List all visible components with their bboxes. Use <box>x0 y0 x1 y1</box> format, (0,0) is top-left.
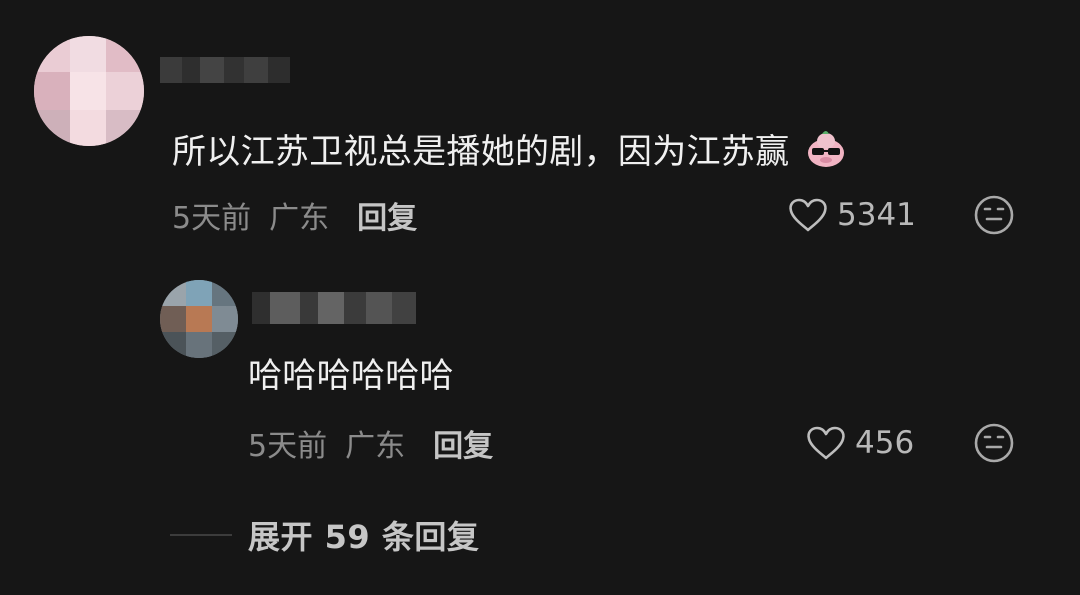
main-commenter-username-blurred[interactable] <box>160 57 290 83</box>
main-commenter-avatar[interactable] <box>34 36 144 146</box>
avatar-pixel-block <box>106 72 144 110</box>
blurred-name-segment <box>318 292 344 324</box>
main-comment-text: 所以江苏卫视总是播她的剧，因为江苏赢 <box>172 132 790 172</box>
blurred-name-segment <box>244 57 268 83</box>
expand-replies-text: 展开 59 条回复 <box>248 518 480 556</box>
main-comment-text-row: 所以江苏卫视总是播她的剧，因为江苏赢 <box>172 128 848 172</box>
blurred-name-segment <box>392 292 416 324</box>
reply-button[interactable]: 回复 <box>357 193 417 237</box>
avatar-pixel-block <box>106 110 144 146</box>
blurred-name-segment <box>366 292 392 324</box>
blurred-name-segment <box>300 292 318 324</box>
avatar-pixel-block <box>34 36 70 72</box>
reply-to-reply-button[interactable]: 回复 <box>433 421 493 465</box>
neutral-face-icon[interactable] <box>973 422 1015 464</box>
avatar-pixel-block <box>70 110 106 146</box>
avatar-pixel-block <box>186 280 212 306</box>
blurred-name-segment <box>344 292 366 324</box>
sunglasses-pig-sticker-icon <box>807 131 844 167</box>
avatar-pixel-block <box>160 280 186 306</box>
blurred-name-segment <box>182 57 200 83</box>
avatar-pixel-block <box>186 332 212 358</box>
comment-time: 5天前 <box>172 201 252 236</box>
avatar-pixel-block <box>70 72 106 110</box>
main-like-button[interactable]: 5341 <box>788 195 916 235</box>
comment-location: 广东 <box>269 201 330 236</box>
avatar-pixel-block <box>34 72 70 110</box>
reply-time: 5天前 <box>248 429 328 464</box>
reply-commenter-username-blurred[interactable] <box>252 292 416 324</box>
reply-comment-text: 哈哈哈哈哈哈 <box>248 356 454 396</box>
avatar-pixel-block <box>212 306 238 332</box>
heart-outline-icon <box>789 198 827 232</box>
main-like-count: 5341 <box>837 197 916 233</box>
reply-location: 广东 <box>345 429 406 464</box>
neutral-face-icon[interactable] <box>973 194 1015 236</box>
avatar-pixel-block <box>106 36 144 72</box>
reply-like-button[interactable]: 456 <box>806 423 914 463</box>
expand-replies-button[interactable]: 展开 59 条回复 <box>170 512 479 558</box>
avatar-pixel-block <box>186 306 212 332</box>
reply-comment-meta: 5天前 广东 回复 <box>248 421 493 465</box>
avatar-pixel-block <box>160 306 186 332</box>
blurred-name-segment <box>224 57 244 83</box>
heart-outline-icon <box>807 426 845 460</box>
avatar-pixel-block <box>70 36 106 72</box>
blurred-name-segment <box>252 292 270 324</box>
reply-commenter-avatar[interactable] <box>160 280 238 358</box>
blurred-name-segment <box>268 57 290 83</box>
expand-divider-line <box>170 534 232 536</box>
blurred-name-segment <box>270 292 300 324</box>
main-comment-meta: 5天前 广东 回复 <box>172 193 417 237</box>
blurred-name-segment <box>200 57 224 83</box>
avatar-pixel-block <box>212 280 238 306</box>
blurred-name-segment <box>160 57 182 83</box>
avatar-pixel-block <box>34 110 70 146</box>
avatar-pixel-block <box>160 332 186 358</box>
avatar-pixel-block <box>212 332 238 358</box>
reply-like-count: 456 <box>855 425 915 461</box>
